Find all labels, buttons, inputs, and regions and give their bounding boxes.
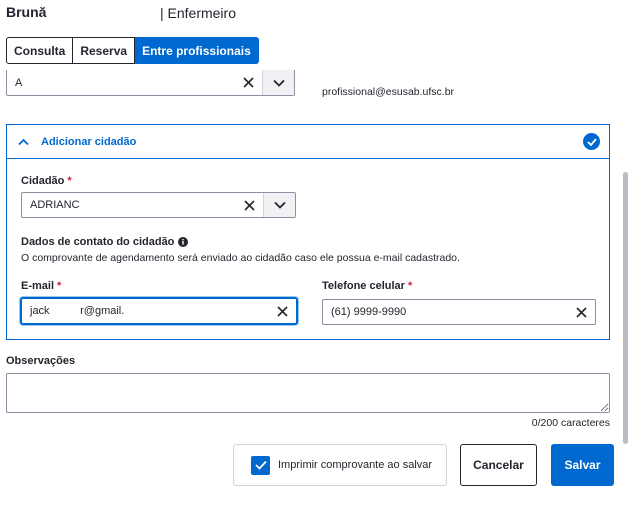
chevron-down-icon[interactable] bbox=[263, 193, 295, 217]
email-label: E-mail * bbox=[21, 280, 62, 292]
required-mark: * bbox=[407, 280, 413, 292]
chevron-down-icon[interactable] bbox=[262, 70, 294, 95]
citizen-select-value: ADRIANC bbox=[30, 199, 80, 211]
tab-consulta[interactable]: Consulta bbox=[6, 37, 74, 64]
scrollbar[interactable] bbox=[623, 172, 628, 444]
checkbox-checked-icon[interactable] bbox=[251, 455, 270, 475]
check-circle-icon bbox=[583, 133, 600, 150]
contact-section-title: Dados de contato do cidadão bbox=[21, 236, 189, 248]
panel-title: Adicionar cidadão bbox=[41, 135, 137, 148]
add-citizen-panel: Adicionar cidadão Cidadão * ADRIANC Dados… bbox=[6, 124, 610, 340]
observations-label: Observações bbox=[6, 355, 76, 367]
professional-select[interactable]: A bbox=[6, 70, 295, 96]
clear-icon[interactable] bbox=[235, 193, 263, 217]
citizen-select[interactable]: ADRIANC bbox=[21, 192, 296, 218]
info-icon[interactable] bbox=[178, 237, 189, 247]
tab-reserva[interactable]: Reserva bbox=[73, 37, 136, 64]
user-role: | Enfermeiro bbox=[160, 5, 236, 21]
email-field-value[interactable]: jack r@gmail. bbox=[22, 305, 268, 317]
email-field[interactable]: jack r@gmail. bbox=[20, 297, 298, 325]
print-receipt-label: Imprimir comprovante ao salvar bbox=[278, 459, 433, 471]
contact-description: O comprovante de agendamento será enviad… bbox=[21, 252, 460, 264]
cancel-button[interactable]: Cancelar bbox=[460, 444, 537, 486]
save-button[interactable]: Salvar bbox=[551, 444, 614, 486]
clear-icon[interactable] bbox=[234, 70, 262, 95]
appointment-type-tabs: Consulta Reserva Entre profissionais bbox=[6, 37, 259, 64]
clear-icon[interactable] bbox=[567, 306, 595, 318]
phone-field[interactable]: (61) 9999-9990 bbox=[322, 299, 596, 325]
phone-label: Telefone celular * bbox=[322, 280, 413, 292]
chevron-up-icon[interactable] bbox=[18, 138, 29, 146]
user-name: Brună bbox=[6, 4, 47, 20]
phone-field-value[interactable]: (61) 9999-9990 bbox=[323, 306, 567, 318]
professional-email: profissional@esusab.ufsc.br bbox=[322, 86, 455, 98]
tab-entre-profissionais[interactable]: Entre profissionais bbox=[135, 37, 259, 64]
required-mark: * bbox=[67, 175, 72, 187]
professional-select-value: A bbox=[15, 76, 23, 89]
panel-header[interactable]: Adicionar cidadão bbox=[7, 125, 609, 159]
required-mark: * bbox=[57, 280, 62, 292]
observations-textarea[interactable] bbox=[6, 373, 610, 413]
print-receipt-option[interactable]: Imprimir comprovante ao salvar bbox=[233, 444, 447, 486]
citizen-label: Cidadão * bbox=[21, 175, 72, 187]
char-counter: 0/200 caracteres bbox=[531, 417, 610, 429]
clear-icon[interactable] bbox=[268, 305, 296, 317]
